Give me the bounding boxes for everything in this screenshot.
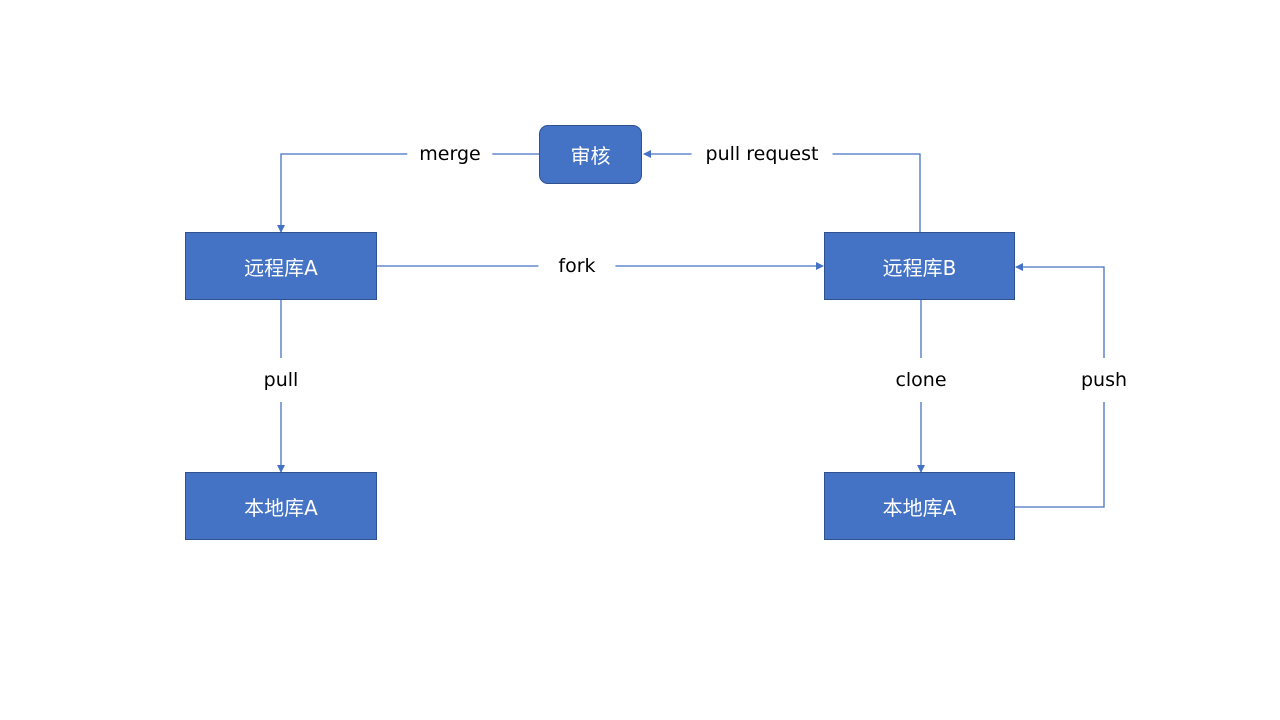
- local-repo-a-left-label: 本地库A: [244, 495, 318, 520]
- review-node[interactable]: 审核: [539, 125, 642, 184]
- local-repo-a-right-label: 本地库A: [882, 495, 957, 520]
- remote-repo-a-node[interactable]: 远程库A: [185, 232, 377, 300]
- pull-label: pull: [257, 358, 305, 402]
- pull-request-label: pull request: [691, 142, 833, 166]
- remote-repo-b-node[interactable]: 远程库B: [824, 232, 1015, 300]
- local-repo-a-right-node[interactable]: 本地库A: [824, 472, 1015, 540]
- clone-label: clone: [889, 358, 953, 402]
- remote-repo-a-label: 远程库A: [244, 255, 318, 280]
- merge-label: merge: [407, 142, 493, 166]
- remote-repo-b-label: 远程库B: [882, 255, 957, 280]
- local-repo-a-left-node[interactable]: 本地库A: [185, 472, 377, 540]
- fork-label: fork: [538, 254, 616, 278]
- review-node-label: 审核: [570, 144, 611, 168]
- push-label: push: [1074, 358, 1134, 402]
